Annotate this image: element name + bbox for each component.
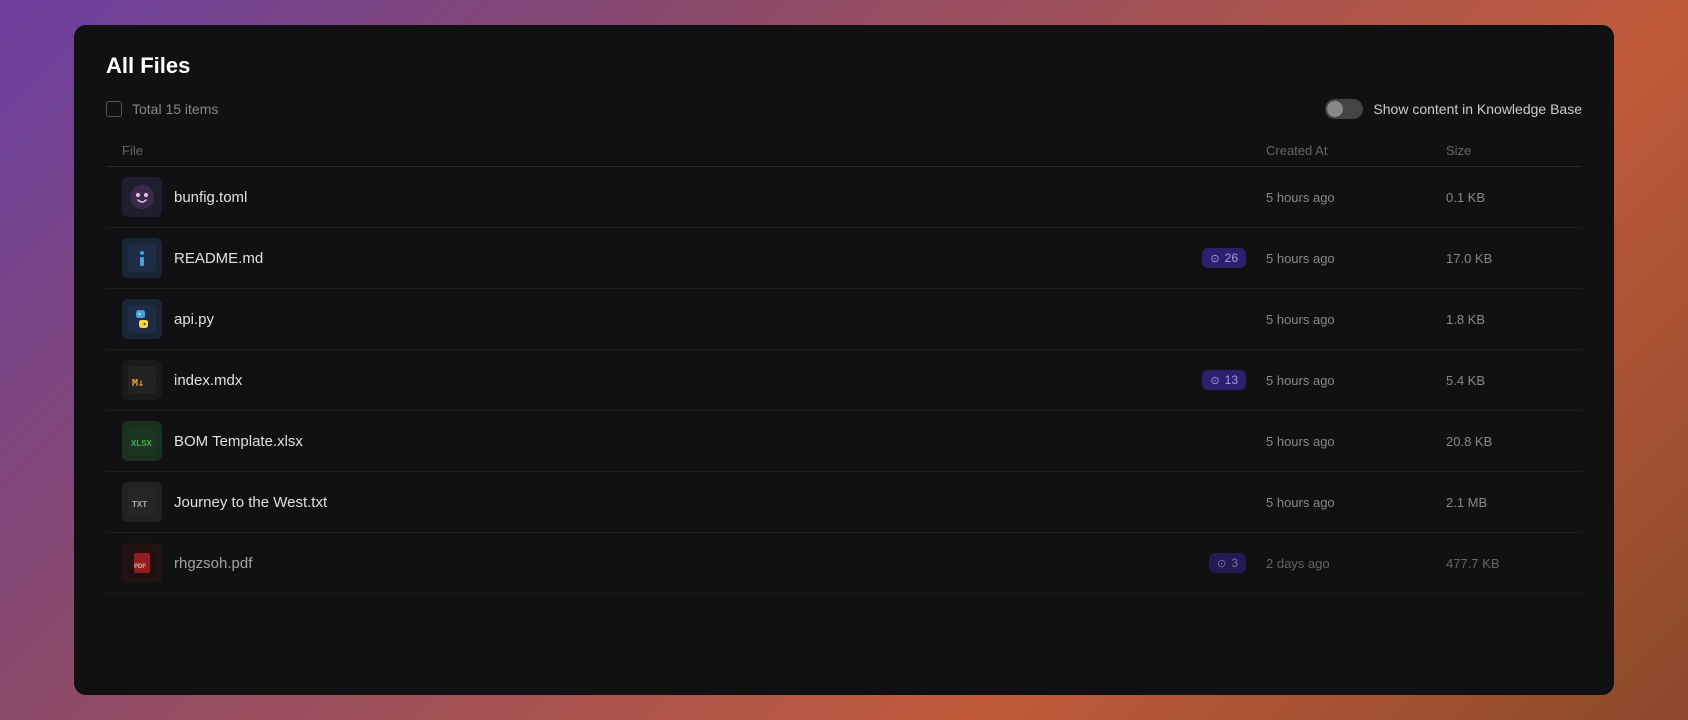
file-cell-name: XLSX BOM Template.xlsx [122, 421, 1266, 461]
badge-count: 26 [1225, 251, 1238, 265]
file-name: rhgzsoh.pdf [174, 555, 252, 572]
toolbar: Total 15 items Show content in Knowledge… [106, 99, 1582, 119]
file-list: bunfig.toml 5 hours ago 0.1 KB README.md… [106, 167, 1582, 667]
file-icon-pdf: PDF [122, 543, 162, 583]
table-header: File Created At Size [106, 135, 1582, 167]
file-size: 20.8 KB [1446, 434, 1566, 449]
table-row[interactable]: TXT Journey to the West.txt 5 hours ago … [106, 472, 1582, 533]
svg-text:TXT: TXT [132, 500, 147, 509]
file-date: 5 hours ago [1266, 495, 1446, 510]
file-cell-name: PDF rhgzsoh.pdf ⊙ 3 [122, 543, 1266, 583]
knowledge-base-toggle-label: Show content in Knowledge Base [1373, 101, 1582, 117]
svg-text:PDF: PDF [134, 564, 146, 570]
file-icon-info [122, 238, 162, 278]
table-row[interactable]: api.py 5 hours ago 1.8 KB [106, 289, 1582, 350]
svg-text:XLSX: XLSX [131, 439, 153, 448]
file-size: 17.0 KB [1446, 251, 1566, 266]
badge-icon: ⊙ [1210, 252, 1219, 265]
file-size: 1.8 KB [1446, 312, 1566, 327]
file-name: README.md [174, 250, 263, 267]
table-row[interactable]: README.md ⊙ 26 5 hours ago 17.0 KB [106, 228, 1582, 289]
file-name: Journey to the West.txt [174, 494, 327, 511]
total-info: Total 15 items [106, 101, 218, 117]
file-icon-python [122, 299, 162, 339]
file-name: bunfig.toml [174, 189, 247, 206]
file-icon-bun [122, 177, 162, 217]
file-icon-txt: TXT [122, 482, 162, 522]
total-count-label: Total 15 items [132, 101, 218, 117]
table-row[interactable]: PDF rhgzsoh.pdf ⊙ 3 2 days ago 477.7 KB [106, 533, 1582, 594]
table-row[interactable]: XLSX BOM Template.xlsx 5 hours ago 20.8 … [106, 411, 1582, 472]
file-date: 5 hours ago [1266, 312, 1446, 327]
panel-title: All Files [106, 53, 1582, 79]
file-badge: ⊙ 26 [1202, 248, 1246, 268]
file-name: api.py [174, 311, 214, 328]
select-all-checkbox[interactable] [106, 101, 122, 117]
file-icon-xlsx: XLSX [122, 421, 162, 461]
svg-text:M↓: M↓ [132, 378, 144, 389]
file-size: 0.1 KB [1446, 190, 1566, 205]
knowledge-base-toggle-switch[interactable] [1325, 99, 1363, 119]
file-cell-name: api.py [122, 299, 1266, 339]
file-date: 5 hours ago [1266, 190, 1446, 205]
knowledge-base-toggle-container: Show content in Knowledge Base [1325, 99, 1582, 119]
badge-icon: ⊙ [1217, 557, 1226, 570]
file-date: 5 hours ago [1266, 434, 1446, 449]
column-size: Size [1446, 143, 1566, 158]
file-size: 477.7 KB [1446, 556, 1566, 571]
file-size: 5.4 KB [1446, 373, 1566, 388]
file-cell-name: M↓ index.mdx ⊙ 13 [122, 360, 1266, 400]
column-created-at: Created At [1266, 143, 1446, 158]
badge-count: 13 [1225, 373, 1238, 387]
file-badge: ⊙ 3 [1209, 553, 1246, 573]
column-file: File [122, 143, 1266, 158]
file-icon-mdx: M↓ [122, 360, 162, 400]
badge-count: 3 [1231, 556, 1238, 570]
file-date: 2 days ago [1266, 556, 1446, 571]
file-name: index.mdx [174, 372, 242, 389]
file-cell-name: bunfig.toml [122, 177, 1266, 217]
table-row[interactable]: M↓ index.mdx ⊙ 13 5 hours ago 5.4 KB [106, 350, 1582, 411]
file-cell-name: TXT Journey to the West.txt [122, 482, 1266, 522]
file-date: 5 hours ago [1266, 373, 1446, 388]
badge-icon: ⊙ [1210, 374, 1219, 387]
file-size: 2.1 MB [1446, 495, 1566, 510]
file-name: BOM Template.xlsx [174, 433, 303, 450]
file-date: 5 hours ago [1266, 251, 1446, 266]
file-badge: ⊙ 13 [1202, 370, 1246, 390]
table-row[interactable]: bunfig.toml 5 hours ago 0.1 KB [106, 167, 1582, 228]
file-cell-name: README.md ⊙ 26 [122, 238, 1266, 278]
all-files-panel: All Files Total 15 items Show content in… [74, 25, 1614, 695]
